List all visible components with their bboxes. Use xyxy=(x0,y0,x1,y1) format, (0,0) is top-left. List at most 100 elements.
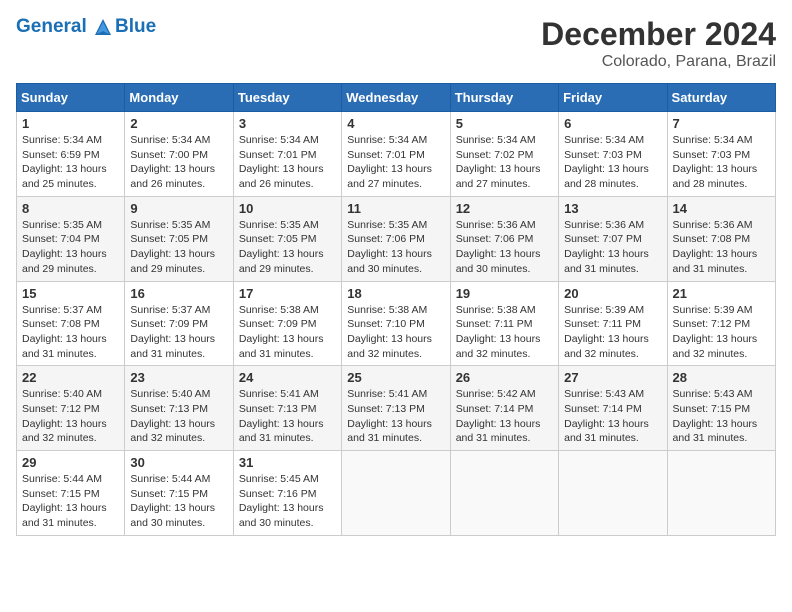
day-info: Sunrise: 5:34 AM Sunset: 7:01 PM Dayligh… xyxy=(347,133,444,192)
day-info: Sunrise: 5:36 AM Sunset: 7:07 PM Dayligh… xyxy=(564,218,661,277)
day-info: Sunrise: 5:44 AM Sunset: 7:15 PM Dayligh… xyxy=(130,472,227,531)
calendar-cell: 20Sunrise: 5:39 AM Sunset: 7:11 PM Dayli… xyxy=(559,281,667,366)
day-info: Sunrise: 5:34 AM Sunset: 7:03 PM Dayligh… xyxy=(673,133,770,192)
calendar-cell: 9 Sunrise: 5:35 AM Sunset: 7:05 PM Daylig… xyxy=(125,196,233,281)
day-number: 30 xyxy=(130,455,227,470)
calendar-cell: 12 Sunrise: 5:36 AM Sunset: 7:06 PM Dayli… xyxy=(450,196,558,281)
calendar-cell: 31 Sunrise: 5:45 AM Sunset: 7:16 PM Dayli… xyxy=(233,451,341,536)
day-info: Sunrise: 5:42 AM Sunset: 7:14 PM Dayligh… xyxy=(456,387,553,446)
day-number: 10 xyxy=(239,201,336,216)
day-number: 22 xyxy=(22,370,119,385)
page-header: General Blue December 2024 Colorado, Par… xyxy=(16,16,776,71)
day-number: 16 xyxy=(130,286,227,301)
day-number: 3 xyxy=(239,116,336,131)
calendar-cell xyxy=(559,451,667,536)
day-number: 26 xyxy=(456,370,553,385)
header-day-friday: Friday xyxy=(559,84,667,112)
calendar-cell: 23 Sunrise: 5:40 AM Sunset: 7:13 PM Dayli… xyxy=(125,366,233,451)
day-number: 20 xyxy=(564,286,661,301)
calendar-cell xyxy=(342,451,450,536)
title-section: December 2024 Colorado, Parana, Brazil xyxy=(541,16,776,71)
logo-general: General xyxy=(16,16,87,37)
header-day-monday: Monday xyxy=(125,84,233,112)
calendar-cell: 24 Sunrise: 5:41 AM Sunset: 7:13 PM Dayli… xyxy=(233,366,341,451)
day-info: Sunrise: 5:35 AM Sunset: 7:05 PM Dayligh… xyxy=(130,218,227,277)
day-info: Sunrise: 5:34 AM Sunset: 6:59 PM Dayligh… xyxy=(22,133,119,192)
calendar-cell: 21 Sunrise: 5:39 AM Sunset: 7:12 PM Dayli… xyxy=(667,281,775,366)
header-day-wednesday: Wednesday xyxy=(342,84,450,112)
day-info: Sunrise: 5:35 AM Sunset: 7:04 PM Dayligh… xyxy=(22,218,119,277)
day-info: Sunrise: 5:38 AM Sunset: 7:09 PM Dayligh… xyxy=(239,303,336,362)
day-info: Sunrise: 5:34 AM Sunset: 7:03 PM Dayligh… xyxy=(564,133,661,192)
day-info: Sunrise: 5:41 AM Sunset: 7:13 PM Dayligh… xyxy=(347,387,444,446)
day-info: Sunrise: 5:34 AM Sunset: 7:00 PM Dayligh… xyxy=(130,133,227,192)
day-info: Sunrise: 5:39 AM Sunset: 7:12 PM Dayligh… xyxy=(673,303,770,362)
day-info: Sunrise: 5:45 AM Sunset: 7:16 PM Dayligh… xyxy=(239,472,336,531)
day-number: 14 xyxy=(673,201,770,216)
day-number: 12 xyxy=(456,201,553,216)
calendar-cell: 6 Sunrise: 5:34 AM Sunset: 7:03 PM Daylig… xyxy=(559,112,667,197)
day-info: Sunrise: 5:38 AM Sunset: 7:11 PM Dayligh… xyxy=(456,303,553,362)
day-number: 24 xyxy=(239,370,336,385)
calendar-cell xyxy=(450,451,558,536)
day-number: 4 xyxy=(347,116,444,131)
calendar-cell: 16Sunrise: 5:37 AM Sunset: 7:09 PM Dayli… xyxy=(125,281,233,366)
logo-icon xyxy=(93,17,113,37)
day-info: Sunrise: 5:40 AM Sunset: 7:13 PM Dayligh… xyxy=(130,387,227,446)
calendar-cell: 8Sunrise: 5:35 AM Sunset: 7:04 PM Daylig… xyxy=(17,196,125,281)
calendar-header-row: SundayMondayTuesdayWednesdayThursdayFrid… xyxy=(17,84,776,112)
day-number: 7 xyxy=(673,116,770,131)
calendar-cell: 19Sunrise: 5:38 AM Sunset: 7:11 PM Dayli… xyxy=(450,281,558,366)
logo-blue: Blue xyxy=(115,16,156,38)
calendar-cell: 3 Sunrise: 5:34 AM Sunset: 7:01 PM Daylig… xyxy=(233,112,341,197)
day-number: 31 xyxy=(239,455,336,470)
day-number: 5 xyxy=(456,116,553,131)
calendar-week-4: 22 Sunrise: 5:40 AM Sunset: 7:12 PM Dayli… xyxy=(17,366,776,451)
calendar-week-3: 15 Sunrise: 5:37 AM Sunset: 7:08 PM Dayli… xyxy=(17,281,776,366)
day-number: 15 xyxy=(22,286,119,301)
calendar-cell: 18Sunrise: 5:38 AM Sunset: 7:10 PM Dayli… xyxy=(342,281,450,366)
calendar-table: SundayMondayTuesdayWednesdayThursdayFrid… xyxy=(16,83,776,536)
calendar-cell: 25 Sunrise: 5:41 AM Sunset: 7:13 PM Dayli… xyxy=(342,366,450,451)
day-number: 25 xyxy=(347,370,444,385)
calendar-week-2: 8Sunrise: 5:35 AM Sunset: 7:04 PM Daylig… xyxy=(17,196,776,281)
calendar-cell: 14 Sunrise: 5:36 AM Sunset: 7:08 PM Dayli… xyxy=(667,196,775,281)
calendar-cell: 13 Sunrise: 5:36 AM Sunset: 7:07 PM Dayli… xyxy=(559,196,667,281)
calendar-week-1: 1Sunrise: 5:34 AM Sunset: 6:59 PM Daylig… xyxy=(17,112,776,197)
day-number: 13 xyxy=(564,201,661,216)
calendar-cell: 10Sunrise: 5:35 AM Sunset: 7:05 PM Dayli… xyxy=(233,196,341,281)
day-info: Sunrise: 5:34 AM Sunset: 7:01 PM Dayligh… xyxy=(239,133,336,192)
day-info: Sunrise: 5:36 AM Sunset: 7:08 PM Dayligh… xyxy=(673,218,770,277)
day-number: 27 xyxy=(564,370,661,385)
day-info: Sunrise: 5:41 AM Sunset: 7:13 PM Dayligh… xyxy=(239,387,336,446)
calendar-cell: 29Sunrise: 5:44 AM Sunset: 7:15 PM Dayli… xyxy=(17,451,125,536)
day-info: Sunrise: 5:35 AM Sunset: 7:06 PM Dayligh… xyxy=(347,218,444,277)
calendar-cell: 1Sunrise: 5:34 AM Sunset: 6:59 PM Daylig… xyxy=(17,112,125,197)
header-day-saturday: Saturday xyxy=(667,84,775,112)
calendar-cell: 2 Sunrise: 5:34 AM Sunset: 7:00 PM Daylig… xyxy=(125,112,233,197)
day-number: 29 xyxy=(22,455,119,470)
day-info: Sunrise: 5:40 AM Sunset: 7:12 PM Dayligh… xyxy=(22,387,119,446)
header-day-sunday: Sunday xyxy=(17,84,125,112)
day-number: 2 xyxy=(130,116,227,131)
day-info: Sunrise: 5:36 AM Sunset: 7:06 PM Dayligh… xyxy=(456,218,553,277)
calendar-cell: 11 Sunrise: 5:35 AM Sunset: 7:06 PM Dayli… xyxy=(342,196,450,281)
calendar-cell: 7 Sunrise: 5:34 AM Sunset: 7:03 PM Daylig… xyxy=(667,112,775,197)
header-day-thursday: Thursday xyxy=(450,84,558,112)
calendar-cell: 4 Sunrise: 5:34 AM Sunset: 7:01 PM Daylig… xyxy=(342,112,450,197)
calendar-cell xyxy=(667,451,775,536)
calendar-cell: 28Sunrise: 5:43 AM Sunset: 7:15 PM Dayli… xyxy=(667,366,775,451)
day-number: 23 xyxy=(130,370,227,385)
calendar-cell: 5 Sunrise: 5:34 AM Sunset: 7:02 PM Daylig… xyxy=(450,112,558,197)
day-number: 21 xyxy=(673,286,770,301)
day-number: 17 xyxy=(239,286,336,301)
calendar-week-5: 29 Sunrise: 5:44 AM Sunset: 7:15 PM Dayli… xyxy=(17,451,776,536)
day-number: 9 xyxy=(130,201,227,216)
day-info: Sunrise: 5:37 AM Sunset: 7:08 PM Dayligh… xyxy=(22,303,119,362)
day-info: Sunrise: 5:38 AM Sunset: 7:10 PM Dayligh… xyxy=(347,303,444,362)
day-number: 6 xyxy=(564,116,661,131)
day-info: Sunrise: 5:43 AM Sunset: 7:15 PM Dayligh… xyxy=(673,387,770,446)
day-info: Sunrise: 5:43 AM Sunset: 7:14 PM Dayligh… xyxy=(564,387,661,446)
day-info: Sunrise: 5:34 AM Sunset: 7:02 PM Dayligh… xyxy=(456,133,553,192)
day-number: 11 xyxy=(347,201,444,216)
